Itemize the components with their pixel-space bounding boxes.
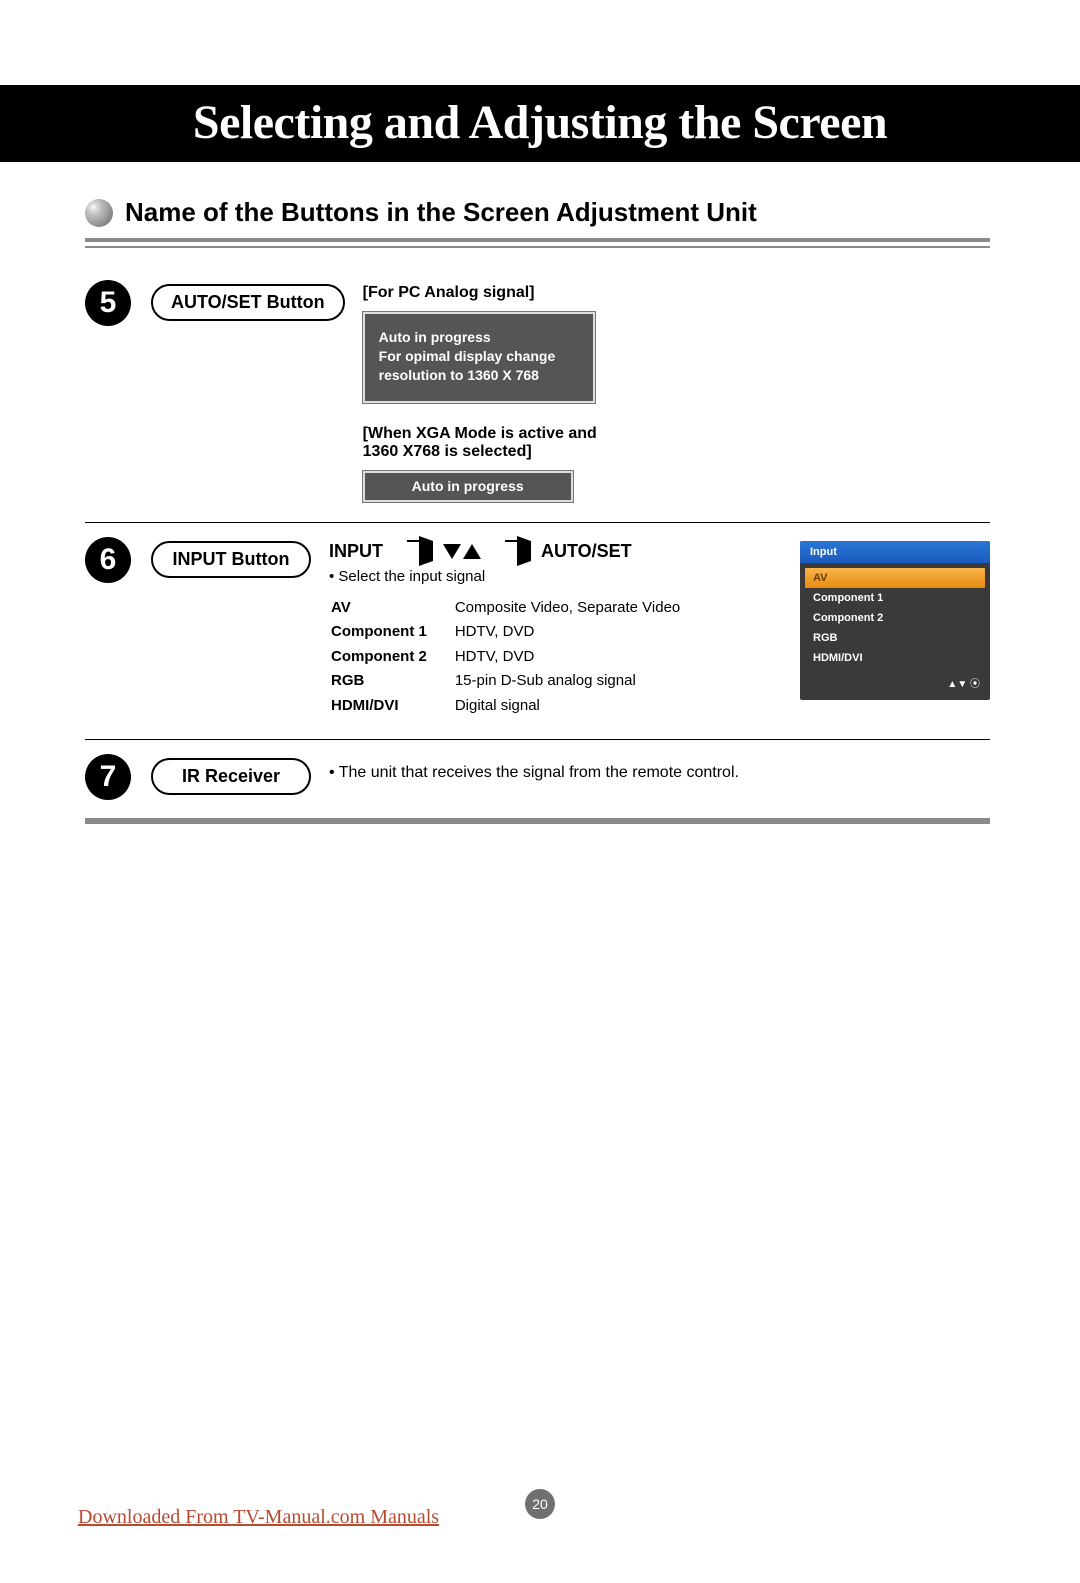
bullet-sphere-icon — [85, 199, 113, 227]
table-row: Component 2HDTV, DVD — [331, 646, 680, 669]
table-row: RGB15-pin D-Sub analog signal — [331, 670, 680, 693]
osd-auto-progress-2: Auto in progress — [363, 471, 573, 502]
ir-receiver-text: • The unit that receives the signal from… — [329, 764, 739, 781]
divider-double — [85, 238, 990, 248]
osd-input-item: HDMI/DVI — [805, 648, 985, 668]
section-heading-text: Name of the Buttons in the Screen Adjust… — [125, 197, 757, 228]
item-6-row: 6 INPUT Button INPUT AUTO/SET • Select t… — [85, 523, 990, 740]
item-5-row: 5 AUTO/SET Button [For PC Analog signal]… — [85, 266, 990, 522]
xga-mode-label: [When XGA Mode is active and — [363, 425, 990, 443]
table-row: HDMI/DVIDigital signal — [331, 695, 680, 718]
osd-auto-progress-1: Auto in progress For opimal display chan… — [363, 312, 595, 403]
osd-input-item: AV — [805, 568, 985, 588]
section-heading: Name of the Buttons in the Screen Adjust… — [85, 197, 990, 228]
osd-input-item: Component 2 — [805, 608, 985, 628]
step-number-6: 6 — [85, 537, 131, 583]
down-up-arrows-icon — [443, 541, 481, 562]
osd-input-item: Component 1 — [805, 588, 985, 608]
table-row: Component 1HDTV, DVD — [331, 621, 680, 644]
input-flow: INPUT AUTO/SET — [329, 541, 682, 562]
xga-mode-label-2: 1360 X768 is selected] — [363, 443, 990, 461]
osd-input-item: RGB — [805, 628, 985, 648]
flow-autoset-label: AUTO/SET — [541, 541, 632, 562]
osd-input-menu: Input AV Component 1 Component 2 RGB HDM… — [800, 541, 990, 700]
osd-text: resolution to 1360 X 768 — [379, 366, 579, 385]
page-title-bar: Selecting and Adjusting the Screen — [0, 85, 1080, 162]
page-number: 20 — [525, 1489, 555, 1519]
select-input-bullet: • Select the input signal — [329, 568, 682, 585]
arrow-right-icon — [517, 536, 531, 566]
arrow-right-icon — [419, 536, 433, 566]
osd-text: For opimal display change — [379, 347, 579, 366]
item-7-row: 7 IR Receiver • The unit that receives t… — [85, 740, 990, 814]
table-row: AVComposite Video, Separate Video — [331, 597, 680, 620]
divider-thick — [85, 818, 990, 824]
autoset-button-label: AUTO/SET Button — [151, 284, 345, 321]
osd-text: Auto in progress — [379, 328, 579, 347]
flow-input-label: INPUT — [329, 541, 383, 562]
osd-nav-icons: ▲▼ ⦿ — [800, 673, 990, 696]
osd-input-title: Input — [800, 541, 990, 563]
step-number-7: 7 — [85, 754, 131, 800]
step-number-5: 5 — [85, 280, 131, 326]
footer-source-link[interactable]: Downloaded From TV-Manual.com Manuals — [78, 1506, 439, 1529]
ir-receiver-label: IR Receiver — [151, 758, 311, 795]
input-signal-table: AVComposite Video, Separate Video Compon… — [329, 595, 682, 720]
pc-analog-label: [For PC Analog signal] — [363, 284, 990, 302]
input-button-label: INPUT Button — [151, 541, 311, 578]
